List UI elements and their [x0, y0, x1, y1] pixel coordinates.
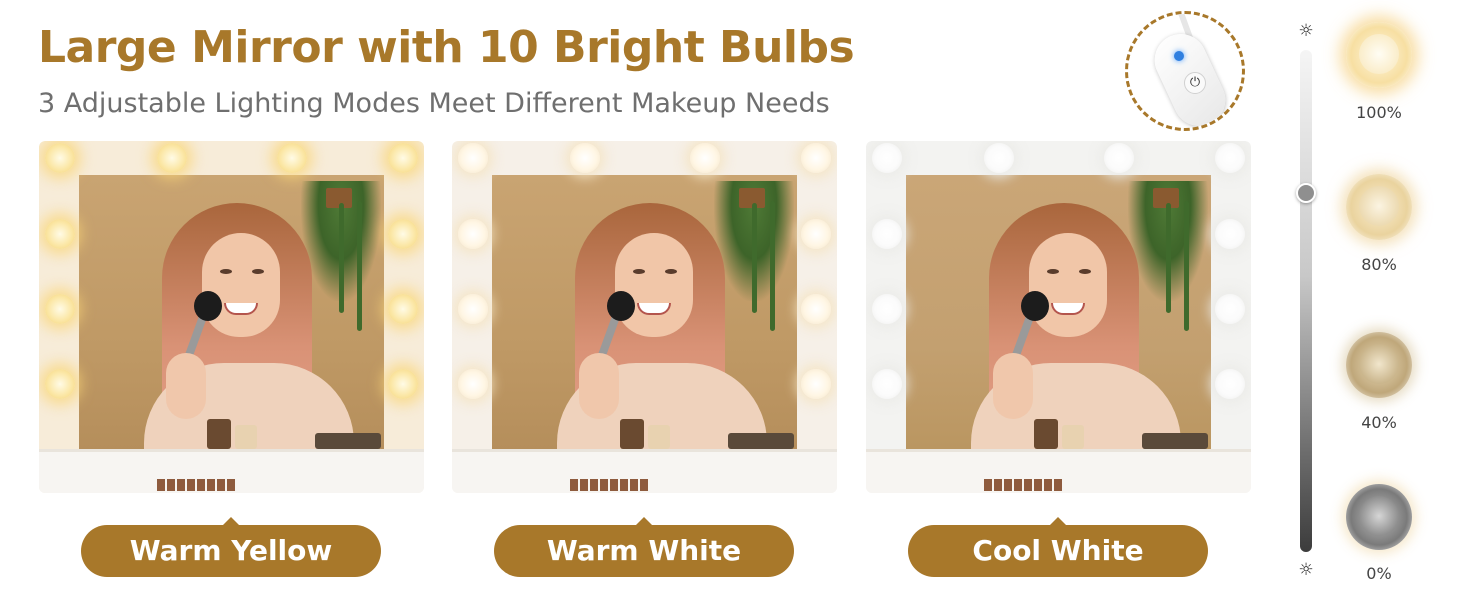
sun-icon: ☼	[1298, 21, 1314, 41]
vanity-bulb	[388, 143, 418, 173]
bulb-glass	[1359, 34, 1399, 74]
lipstick-row	[984, 479, 1064, 491]
vanity-bulb	[458, 369, 488, 399]
mode-label-text: Cool White	[972, 534, 1144, 567]
eye	[665, 269, 677, 274]
plant-vine	[357, 201, 362, 331]
vanity-bulb	[45, 294, 75, 324]
vanity-bulb	[872, 369, 902, 399]
mode-label-warm-yellow: Warm Yellow	[81, 517, 381, 577]
vanity-bulb	[570, 143, 600, 173]
brightness-level-label: 100%	[1356, 103, 1402, 122]
makeup-brush	[1021, 291, 1049, 321]
eye	[633, 269, 645, 274]
vanity-bulb	[801, 219, 831, 249]
lipstick-row	[157, 479, 237, 491]
bulb-level-80-icon	[1346, 174, 1412, 240]
brightness-level-label: 80%	[1361, 255, 1397, 274]
power-icon: ⏻	[1184, 72, 1206, 94]
mode-label-warm-white: Warm White	[494, 517, 794, 577]
vanity-bulb	[1215, 369, 1245, 399]
makeup-palette	[315, 433, 381, 449]
indicator-light-icon	[1174, 51, 1184, 61]
bulb-glass	[1359, 186, 1399, 226]
label-pointer	[1049, 517, 1067, 526]
brightness-level-label: 0%	[1366, 564, 1392, 583]
vanity-bulb	[45, 219, 75, 249]
hand	[993, 353, 1033, 419]
vanity-bulb	[1215, 219, 1245, 249]
face	[1029, 233, 1107, 337]
makeup-palette	[1142, 433, 1208, 449]
face	[615, 233, 693, 337]
eye	[1079, 269, 1091, 274]
vanity-bulb	[45, 369, 75, 399]
vanity-bulb	[458, 294, 488, 324]
cosmetic-jar	[620, 419, 644, 449]
vanity-bulb	[1215, 294, 1245, 324]
vanity-bulb	[872, 294, 902, 324]
mirror-photo-cool-white	[866, 141, 1251, 493]
bulb-level-0-icon	[1346, 484, 1412, 550]
hand	[579, 353, 619, 419]
bulb-glass	[1359, 344, 1399, 384]
hand	[166, 353, 206, 419]
label-pointer	[635, 517, 653, 526]
cosmetic-jar	[648, 425, 670, 449]
touch-remote-illustration: ⏻	[1125, 11, 1245, 131]
page-title: Large Mirror with 10 Bright Bulbs	[38, 22, 855, 73]
vanity-bulb	[458, 219, 488, 249]
cosmetic-jar	[207, 419, 231, 449]
cosmetic-jar	[1034, 419, 1058, 449]
vanity-bulb	[388, 294, 418, 324]
vanity-bulb	[1104, 143, 1134, 173]
plant-vine	[770, 201, 775, 331]
mode-label-text: Warm Yellow	[129, 534, 333, 567]
bulb-level-100-icon	[1346, 22, 1412, 88]
makeup-brush	[194, 291, 222, 321]
brightness-slider-knob	[1296, 183, 1316, 203]
vanity-bulb	[690, 143, 720, 173]
brightness-slider-track	[1300, 50, 1312, 552]
woman-applying-makeup	[557, 203, 767, 453]
vanity-bulb	[801, 294, 831, 324]
lipstick-row	[570, 479, 650, 491]
vanity-bulb	[458, 143, 488, 173]
vanity-bulb	[388, 369, 418, 399]
mirror-photo-warm-yellow	[39, 141, 424, 493]
mode-label-cool-white: Cool White	[908, 517, 1208, 577]
cosmetic-jar	[1062, 425, 1084, 449]
mirror-photo-warm-white	[452, 141, 837, 493]
vanity-bulb	[801, 369, 831, 399]
vanity-bulb	[801, 143, 831, 173]
vanity-bulb	[277, 143, 307, 173]
face	[202, 233, 280, 337]
vanity-bulb	[872, 143, 902, 173]
makeup-brush	[607, 291, 635, 321]
vanity-bulb	[1215, 143, 1245, 173]
woman-applying-makeup	[971, 203, 1181, 453]
brightness-level-label: 40%	[1361, 413, 1397, 432]
vanity-bulb	[157, 143, 187, 173]
woman-applying-makeup	[144, 203, 354, 453]
sun-icon: ☼	[1298, 560, 1314, 580]
label-pointer	[222, 517, 240, 526]
vanity-bulb	[45, 143, 75, 173]
vanity-bulb	[388, 219, 418, 249]
bulb-glass	[1359, 496, 1399, 536]
bulb-level-40-icon	[1346, 332, 1412, 398]
plant-vine	[1184, 201, 1189, 331]
vanity-bulb	[872, 219, 902, 249]
page-subtitle: 3 Adjustable Lighting Modes Meet Differe…	[38, 88, 830, 119]
mode-label-text: Warm White	[546, 534, 742, 567]
eye	[220, 269, 232, 274]
eye	[1047, 269, 1059, 274]
cosmetic-jar	[235, 425, 257, 449]
eye	[252, 269, 264, 274]
vanity-bulb	[984, 143, 1014, 173]
makeup-palette	[728, 433, 794, 449]
